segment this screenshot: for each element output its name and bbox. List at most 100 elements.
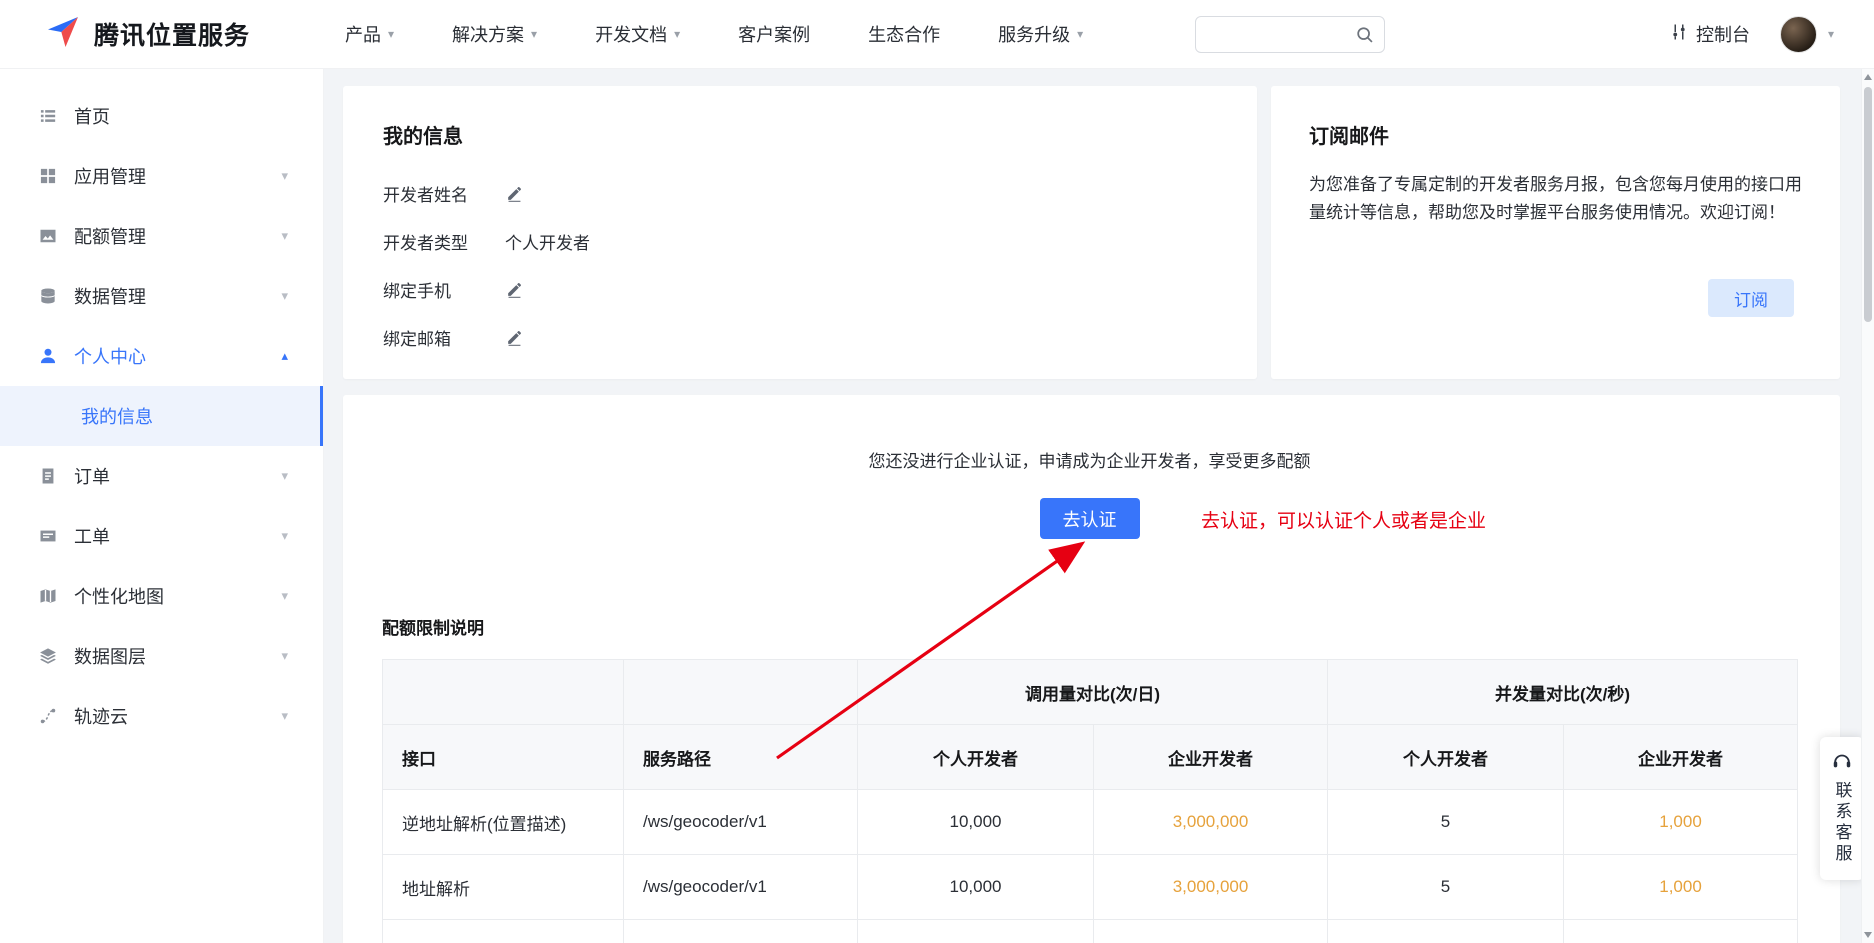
chevron-down-icon: ▾	[281, 588, 288, 604]
sidebar-item-label: 首页	[74, 103, 288, 129]
scrollbar	[1861, 69, 1874, 943]
chevron-down-icon: ▾	[674, 27, 680, 41]
console-sliders-icon	[1669, 22, 1689, 47]
table-row: 地址解析 /ws/geocoder/v1 10,000 3,000,000 5 …	[383, 855, 1798, 920]
sidebar-item-label: 订单	[74, 463, 281, 489]
sidebar-item-label: 应用管理	[74, 163, 281, 189]
search-icon[interactable]	[1354, 24, 1375, 45]
sidebar-item-label: 配额管理	[74, 223, 281, 249]
sidebar: 首页 应用管理 ▾ 配额管理 ▾ 数据管理 ▾ 个人中心 ▴ 我的信息 订单	[0, 69, 324, 943]
apps-grid-icon	[38, 166, 58, 186]
cell-path: /ws/geocoder/v1	[624, 790, 858, 855]
chevron-down-icon: ▾	[1077, 27, 1083, 41]
chevron-down-icon: ▾	[388, 27, 394, 41]
contact-support-widget[interactable]: 联系客服	[1820, 737, 1864, 880]
quota-column-header-row: 接口 服务路径 个人开发者 企业开发者 个人开发者 企业开发者	[383, 725, 1798, 790]
cell-enterprise-qps: 200	[1564, 920, 1798, 943]
sidebar-item-data[interactable]: 数据管理 ▾	[0, 266, 323, 326]
table-row: 地点搜索 /ws/place/v1/search 10,000 500,000 …	[383, 920, 1798, 943]
group-header-daily: 调用量对比(次/日)	[858, 660, 1328, 725]
console-button[interactable]: 控制台	[1669, 21, 1750, 47]
map-icon	[38, 586, 58, 606]
menu-item-docs[interactable]: 开发文档 ▾	[566, 0, 709, 69]
sidebar-item-apps[interactable]: 应用管理 ▾	[0, 146, 323, 206]
sidebar-item-personal-center[interactable]: 个人中心 ▴	[0, 326, 323, 386]
menu-item-label: 客户案例	[738, 21, 810, 47]
database-icon	[38, 286, 58, 306]
sidebar-item-label: 个人中心	[74, 343, 281, 369]
quota-section-title: 配额限制说明	[382, 614, 1797, 639]
menu-item-label: 开发文档	[595, 21, 667, 47]
quota-card: 您还没进行企业认证，申请成为企业开发者，享受更多配额 去认证 配额限制说明 调用…	[343, 395, 1840, 943]
chevron-down-icon: ▾	[281, 468, 288, 484]
group-header-qps: 并发量对比(次/秒)	[1328, 660, 1798, 725]
chevron-down-icon: ▾	[281, 708, 288, 724]
table-row: 逆地址解析(位置描述) /ws/geocoder/v1 10,000 3,000…	[383, 790, 1798, 855]
avatar-chevron-down-icon[interactable]: ▾	[1828, 27, 1834, 41]
field-developer-name: 开发者姓名	[383, 169, 1217, 217]
column-header-personal-daily: 个人开发者	[858, 725, 1094, 790]
menu-item-label: 解决方案	[452, 21, 524, 47]
menu-item-label: 服务升级	[998, 21, 1070, 47]
menu-item-cases[interactable]: 客户案例	[709, 0, 839, 69]
edit-pencil-icon[interactable]	[505, 280, 524, 299]
cell-enterprise-qps: 1,000	[1564, 790, 1798, 855]
headset-icon	[1831, 750, 1853, 772]
ticket-card-icon	[38, 526, 58, 546]
scrollbar-down-arrow[interactable]	[1864, 932, 1872, 938]
sidebar-item-label: 轨迹云	[74, 703, 281, 729]
go-certify-button[interactable]: 去认证	[1040, 498, 1140, 539]
sidebar-item-data-layers[interactable]: 数据图层 ▾	[0, 626, 323, 686]
chevron-up-icon: ▴	[281, 348, 288, 364]
sidebar-item-label: 个性化地图	[74, 583, 281, 609]
empty-header-cell	[624, 660, 858, 725]
subscribe-button[interactable]: 订阅	[1708, 279, 1794, 317]
sidebar-item-label: 数据管理	[74, 283, 281, 309]
column-header-enterprise-daily: 企业开发者	[1094, 725, 1328, 790]
edit-pencil-icon[interactable]	[505, 328, 524, 347]
sidebar-item-label: 工单	[74, 523, 281, 549]
cell-personal-daily: 10,000	[858, 790, 1094, 855]
sidebar-item-quota[interactable]: 配额管理 ▾	[0, 206, 323, 266]
menu-item-ecosystem[interactable]: 生态合作	[839, 0, 969, 69]
field-value: 个人开发者	[505, 229, 590, 254]
subscribe-card-title: 订阅邮件	[1309, 120, 1802, 149]
scrollbar-thumb[interactable]	[1864, 87, 1872, 322]
layers-icon	[38, 646, 58, 666]
column-header-api: 接口	[383, 725, 624, 790]
cell-api: 逆地址解析(位置描述)	[383, 790, 624, 855]
edit-pencil-icon[interactable]	[505, 184, 524, 203]
home-list-icon	[38, 106, 58, 126]
sidebar-item-tickets[interactable]: 工单 ▾	[0, 506, 323, 566]
cell-enterprise-daily: 3,000,000	[1094, 855, 1328, 920]
brand[interactable]: 腾讯位置服务	[43, 12, 250, 57]
annotation-text: 去认证，可以认证个人或者是企业	[1201, 506, 1486, 533]
certification-notice: 您还没进行企业认证，申请成为企业开发者，享受更多配额	[382, 395, 1797, 472]
sidebar-item-orders[interactable]: 订单 ▾	[0, 446, 323, 506]
column-header-enterprise-qps: 企业开发者	[1564, 725, 1798, 790]
main-menu: 产品 ▾ 解决方案 ▾ 开发文档 ▾ 客户案例 生态合作 服务升级 ▾	[316, 0, 1112, 69]
cell-enterprise-qps: 1,000	[1564, 855, 1798, 920]
top-navbar: 腾讯位置服务 产品 ▾ 解决方案 ▾ 开发文档 ▾ 客户案例 生态合作 服务升级	[0, 0, 1874, 69]
column-header-personal-qps: 个人开发者	[1328, 725, 1564, 790]
chevron-down-icon: ▾	[281, 288, 288, 304]
scrollbar-up-arrow[interactable]	[1864, 74, 1872, 80]
sidebar-item-home[interactable]: 首页	[0, 86, 323, 146]
quota-chart-icon	[38, 226, 58, 246]
menu-item-label: 生态合作	[868, 21, 940, 47]
search-input[interactable]	[1209, 25, 1354, 43]
user-avatar[interactable]	[1780, 16, 1817, 53]
menu-item-solutions[interactable]: 解决方案 ▾	[423, 0, 566, 69]
field-label: 绑定手机	[383, 277, 505, 302]
menu-item-upgrade[interactable]: 服务升级 ▾	[969, 0, 1112, 69]
sidebar-subitem-my-info[interactable]: 我的信息	[0, 386, 323, 446]
empty-header-cell	[383, 660, 624, 725]
chevron-down-icon: ▾	[281, 528, 288, 544]
cell-personal-qps: 5	[1328, 855, 1564, 920]
sidebar-item-track-cloud[interactable]: 轨迹云 ▾	[0, 686, 323, 746]
menu-item-label: 产品	[345, 21, 381, 47]
quota-table: 调用量对比(次/日) 并发量对比(次/秒) 接口 服务路径 个人开发者 企业开发…	[382, 659, 1798, 943]
sidebar-item-custom-map[interactable]: 个性化地图 ▾	[0, 566, 323, 626]
menu-item-products[interactable]: 产品 ▾	[316, 0, 423, 69]
sidebar-item-label: 数据图层	[74, 643, 281, 669]
